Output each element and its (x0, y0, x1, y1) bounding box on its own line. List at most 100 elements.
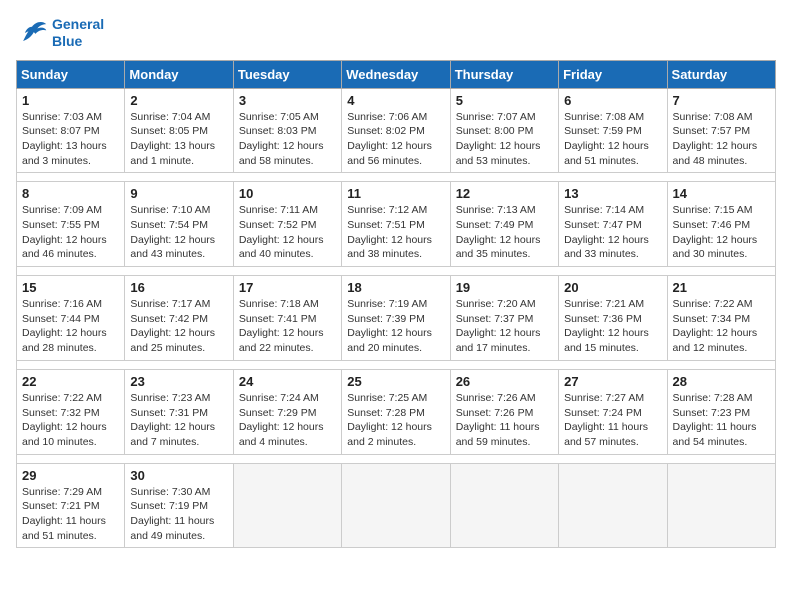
day-number: 5 (456, 93, 553, 108)
day-info: Sunrise: 7:24 AM Sunset: 7:29 PM Dayligh… (239, 391, 336, 450)
calendar-cell: 2 Sunrise: 7:04 AM Sunset: 8:05 PM Dayli… (125, 88, 233, 173)
day-info: Sunrise: 7:16 AM Sunset: 7:44 PM Dayligh… (22, 297, 119, 356)
day-info: Sunrise: 7:21 AM Sunset: 7:36 PM Dayligh… (564, 297, 661, 356)
day-number: 28 (673, 374, 770, 389)
week-spacer (17, 173, 776, 182)
calendar-cell: 30 Sunrise: 7:30 AM Sunset: 7:19 PM Dayl… (125, 463, 233, 548)
calendar-cell: 13 Sunrise: 7:14 AM Sunset: 7:47 PM Dayl… (559, 182, 667, 267)
logo: General Blue (16, 16, 104, 50)
calendar-cell: 29 Sunrise: 7:29 AM Sunset: 7:21 PM Dayl… (17, 463, 125, 548)
day-number: 16 (130, 280, 227, 295)
weekday-header-tuesday: Tuesday (233, 60, 341, 88)
day-info: Sunrise: 7:10 AM Sunset: 7:54 PM Dayligh… (130, 203, 227, 262)
page-header: General Blue (16, 16, 776, 50)
day-number: 7 (673, 93, 770, 108)
calendar-cell: 18 Sunrise: 7:19 AM Sunset: 7:39 PM Dayl… (342, 276, 450, 361)
logo-icon (16, 19, 48, 47)
day-info: Sunrise: 7:13 AM Sunset: 7:49 PM Dayligh… (456, 203, 553, 262)
day-number: 18 (347, 280, 444, 295)
calendar-cell (342, 463, 450, 548)
calendar-cell (450, 463, 558, 548)
day-info: Sunrise: 7:07 AM Sunset: 8:00 PM Dayligh… (456, 110, 553, 169)
day-info: Sunrise: 7:29 AM Sunset: 7:21 PM Dayligh… (22, 485, 119, 544)
day-number: 6 (564, 93, 661, 108)
day-number: 25 (347, 374, 444, 389)
day-number: 13 (564, 186, 661, 201)
day-number: 3 (239, 93, 336, 108)
day-info: Sunrise: 7:22 AM Sunset: 7:32 PM Dayligh… (22, 391, 119, 450)
weekday-header-thursday: Thursday (450, 60, 558, 88)
day-number: 27 (564, 374, 661, 389)
calendar-cell: 12 Sunrise: 7:13 AM Sunset: 7:49 PM Dayl… (450, 182, 558, 267)
day-number: 10 (239, 186, 336, 201)
day-info: Sunrise: 7:26 AM Sunset: 7:26 PM Dayligh… (456, 391, 553, 450)
day-info: Sunrise: 7:17 AM Sunset: 7:42 PM Dayligh… (130, 297, 227, 356)
day-number: 14 (673, 186, 770, 201)
calendar-table: SundayMondayTuesdayWednesdayThursdayFrid… (16, 60, 776, 549)
day-number: 4 (347, 93, 444, 108)
calendar-cell: 19 Sunrise: 7:20 AM Sunset: 7:37 PM Dayl… (450, 276, 558, 361)
day-info: Sunrise: 7:19 AM Sunset: 7:39 PM Dayligh… (347, 297, 444, 356)
day-number: 8 (22, 186, 119, 201)
calendar-cell: 14 Sunrise: 7:15 AM Sunset: 7:46 PM Dayl… (667, 182, 775, 267)
weekday-header-friday: Friday (559, 60, 667, 88)
day-number: 17 (239, 280, 336, 295)
calendar-cell: 16 Sunrise: 7:17 AM Sunset: 7:42 PM Dayl… (125, 276, 233, 361)
day-number: 22 (22, 374, 119, 389)
day-info: Sunrise: 7:08 AM Sunset: 7:57 PM Dayligh… (673, 110, 770, 169)
calendar-cell: 23 Sunrise: 7:23 AM Sunset: 7:31 PM Dayl… (125, 369, 233, 454)
calendar-cell: 5 Sunrise: 7:07 AM Sunset: 8:00 PM Dayli… (450, 88, 558, 173)
calendar-cell: 21 Sunrise: 7:22 AM Sunset: 7:34 PM Dayl… (667, 276, 775, 361)
day-info: Sunrise: 7:08 AM Sunset: 7:59 PM Dayligh… (564, 110, 661, 169)
day-info: Sunrise: 7:11 AM Sunset: 7:52 PM Dayligh… (239, 203, 336, 262)
weekday-header-saturday: Saturday (667, 60, 775, 88)
day-info: Sunrise: 7:03 AM Sunset: 8:07 PM Dayligh… (22, 110, 119, 169)
calendar-cell: 6 Sunrise: 7:08 AM Sunset: 7:59 PM Dayli… (559, 88, 667, 173)
calendar-cell: 4 Sunrise: 7:06 AM Sunset: 8:02 PM Dayli… (342, 88, 450, 173)
day-number: 21 (673, 280, 770, 295)
calendar-cell: 17 Sunrise: 7:18 AM Sunset: 7:41 PM Dayl… (233, 276, 341, 361)
day-info: Sunrise: 7:30 AM Sunset: 7:19 PM Dayligh… (130, 485, 227, 544)
week-spacer (17, 360, 776, 369)
logo-text: General Blue (52, 16, 104, 50)
calendar-cell: 25 Sunrise: 7:25 AM Sunset: 7:28 PM Dayl… (342, 369, 450, 454)
day-number: 2 (130, 93, 227, 108)
day-number: 26 (456, 374, 553, 389)
day-info: Sunrise: 7:22 AM Sunset: 7:34 PM Dayligh… (673, 297, 770, 356)
calendar-cell: 11 Sunrise: 7:12 AM Sunset: 7:51 PM Dayl… (342, 182, 450, 267)
calendar-cell: 7 Sunrise: 7:08 AM Sunset: 7:57 PM Dayli… (667, 88, 775, 173)
calendar-cell (559, 463, 667, 548)
day-number: 12 (456, 186, 553, 201)
calendar-cell: 24 Sunrise: 7:24 AM Sunset: 7:29 PM Dayl… (233, 369, 341, 454)
calendar-cell: 1 Sunrise: 7:03 AM Sunset: 8:07 PM Dayli… (17, 88, 125, 173)
week-row-2: 8 Sunrise: 7:09 AM Sunset: 7:55 PM Dayli… (17, 182, 776, 267)
day-number: 19 (456, 280, 553, 295)
day-info: Sunrise: 7:25 AM Sunset: 7:28 PM Dayligh… (347, 391, 444, 450)
day-info: Sunrise: 7:04 AM Sunset: 8:05 PM Dayligh… (130, 110, 227, 169)
calendar-cell: 9 Sunrise: 7:10 AM Sunset: 7:54 PM Dayli… (125, 182, 233, 267)
day-info: Sunrise: 7:05 AM Sunset: 8:03 PM Dayligh… (239, 110, 336, 169)
calendar-cell: 22 Sunrise: 7:22 AM Sunset: 7:32 PM Dayl… (17, 369, 125, 454)
week-row-1: 1 Sunrise: 7:03 AM Sunset: 8:07 PM Dayli… (17, 88, 776, 173)
day-number: 24 (239, 374, 336, 389)
weekday-header-monday: Monday (125, 60, 233, 88)
day-info: Sunrise: 7:14 AM Sunset: 7:47 PM Dayligh… (564, 203, 661, 262)
weekday-header-wednesday: Wednesday (342, 60, 450, 88)
day-number: 15 (22, 280, 119, 295)
calendar-cell (667, 463, 775, 548)
week-spacer (17, 454, 776, 463)
week-spacer (17, 267, 776, 276)
day-info: Sunrise: 7:23 AM Sunset: 7:31 PM Dayligh… (130, 391, 227, 450)
day-info: Sunrise: 7:06 AM Sunset: 8:02 PM Dayligh… (347, 110, 444, 169)
day-info: Sunrise: 7:20 AM Sunset: 7:37 PM Dayligh… (456, 297, 553, 356)
day-info: Sunrise: 7:27 AM Sunset: 7:24 PM Dayligh… (564, 391, 661, 450)
day-number: 29 (22, 468, 119, 483)
day-info: Sunrise: 7:09 AM Sunset: 7:55 PM Dayligh… (22, 203, 119, 262)
day-info: Sunrise: 7:12 AM Sunset: 7:51 PM Dayligh… (347, 203, 444, 262)
calendar-cell: 10 Sunrise: 7:11 AM Sunset: 7:52 PM Dayl… (233, 182, 341, 267)
day-number: 1 (22, 93, 119, 108)
calendar-cell: 15 Sunrise: 7:16 AM Sunset: 7:44 PM Dayl… (17, 276, 125, 361)
day-number: 20 (564, 280, 661, 295)
calendar-cell: 28 Sunrise: 7:28 AM Sunset: 7:23 PM Dayl… (667, 369, 775, 454)
calendar-cell: 3 Sunrise: 7:05 AM Sunset: 8:03 PM Dayli… (233, 88, 341, 173)
